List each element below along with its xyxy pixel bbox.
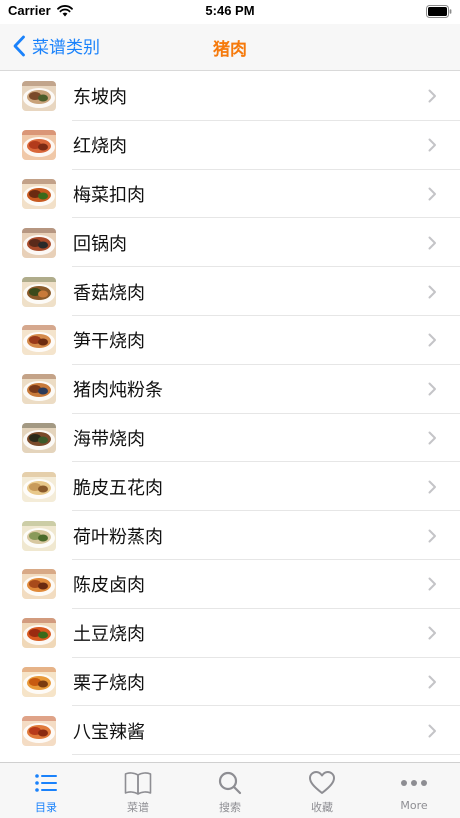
tab-label: 搜索 xyxy=(219,801,241,814)
list-item[interactable]: 脆皮五花肉 xyxy=(0,462,460,511)
list-item[interactable]: 陈皮卤肉 xyxy=(0,560,460,609)
list-item[interactable]: 荷叶粉蒸肉 xyxy=(0,511,460,560)
dish-thumbnail xyxy=(22,325,56,356)
dish-thumbnail xyxy=(22,227,56,258)
chevron-right-icon xyxy=(428,285,436,299)
heart-icon xyxy=(307,769,337,797)
chevron-right-icon xyxy=(428,480,436,494)
dish-name: 香菇烧肉 xyxy=(73,282,145,304)
tab-search[interactable]: 搜索 xyxy=(184,763,276,818)
tab-heart[interactable]: 收藏 xyxy=(276,763,368,818)
tab-label: 目录 xyxy=(35,801,57,814)
status-time: 5:46 PM xyxy=(205,3,255,18)
tab-label: More xyxy=(400,799,428,812)
chevron-right-icon xyxy=(428,333,436,347)
list-item[interactable]: 猪肉炖粉条 xyxy=(0,365,460,414)
chevron-right-icon xyxy=(428,675,436,689)
dish-name: 八宝辣酱 xyxy=(73,721,145,743)
tab-label: 菜谱 xyxy=(127,801,149,814)
more-icon xyxy=(399,769,429,797)
book-icon xyxy=(123,769,153,797)
dish-name: 陈皮卤肉 xyxy=(73,575,145,597)
list-item[interactable]: 土豆烧肉 xyxy=(0,609,460,658)
list-item[interactable]: 八宝辣酱 xyxy=(0,706,460,755)
page-title: 猪肉 xyxy=(213,40,247,60)
dish-thumbnail xyxy=(22,471,56,502)
dish-name: 笋干烧肉 xyxy=(73,331,145,353)
dish-thumbnail xyxy=(22,130,56,161)
list-item[interactable]: 笋干烧肉 xyxy=(0,316,460,365)
dish-name: 回锅肉 xyxy=(73,233,127,255)
dish-thumbnail xyxy=(22,81,56,112)
chevron-right-icon xyxy=(428,236,436,250)
navigation-bar: 菜谱类别 猪肉 xyxy=(0,24,460,71)
list-item[interactable]: 栗子烧肉 xyxy=(0,658,460,707)
dish-name: 栗子烧肉 xyxy=(73,672,145,694)
dish-thumbnail xyxy=(22,666,56,697)
list-item[interactable]: 香菇烧肉 xyxy=(0,267,460,316)
tab-book[interactable]: 菜谱 xyxy=(92,763,184,818)
dish-thumbnail xyxy=(22,422,56,453)
chevron-right-icon xyxy=(428,577,436,591)
chevron-right-icon xyxy=(428,89,436,103)
dish-name: 荷叶粉蒸肉 xyxy=(73,526,163,548)
search-icon xyxy=(215,769,245,797)
dish-thumbnail xyxy=(22,374,56,405)
dish-thumbnail xyxy=(22,618,56,649)
status-bar: Carrier 5:46 PM xyxy=(0,0,460,24)
dish-name: 东坡肉 xyxy=(73,87,127,109)
tab-more[interactable]: More xyxy=(368,763,460,818)
list-item[interactable]: 回锅肉 xyxy=(0,218,460,267)
tab-bar: 目录 菜谱 搜索 收藏 More xyxy=(0,762,460,818)
chevron-right-icon xyxy=(428,724,436,738)
tab-label: 收藏 xyxy=(311,801,333,814)
chevron-right-icon xyxy=(428,187,436,201)
dish-name: 红烧肉 xyxy=(73,136,127,158)
chevron-right-icon xyxy=(428,431,436,445)
dish-thumbnail xyxy=(22,276,56,307)
dish-name: 梅菜扣肉 xyxy=(73,184,145,206)
dish-name: 海带烧肉 xyxy=(73,428,145,450)
dish-thumbnail xyxy=(22,520,56,551)
tab-list[interactable]: 目录 xyxy=(0,763,92,818)
dish-thumbnail xyxy=(22,715,56,746)
list-item[interactable]: 红烧肉 xyxy=(0,121,460,170)
dish-thumbnail xyxy=(22,569,56,600)
list-item[interactable]: 梅菜扣肉 xyxy=(0,170,460,219)
dish-list: 东坡肉 红烧肉 梅菜扣肉 回锅肉 香菇烧肉 笋干烧肉 猪肉炖粉条 海带烧肉 脆皮… xyxy=(0,72,460,755)
dish-name: 土豆烧肉 xyxy=(73,624,145,646)
dish-thumbnail xyxy=(22,178,56,209)
battery-icon xyxy=(426,5,452,18)
list-item[interactable]: 海带烧肉 xyxy=(0,414,460,463)
chevron-right-icon xyxy=(428,138,436,152)
dish-name: 脆皮五花肉 xyxy=(73,477,163,499)
chevron-right-icon xyxy=(428,382,436,396)
list-item[interactable]: 东坡肉 xyxy=(0,72,460,121)
chevron-right-icon xyxy=(428,626,436,640)
chevron-right-icon xyxy=(428,529,436,543)
list-icon xyxy=(31,769,61,797)
screen: Carrier 5:46 PM 菜谱类别 猪肉 东坡肉 红烧肉 梅菜扣肉 回锅肉… xyxy=(0,0,460,818)
dish-name: 猪肉炖粉条 xyxy=(73,380,163,402)
